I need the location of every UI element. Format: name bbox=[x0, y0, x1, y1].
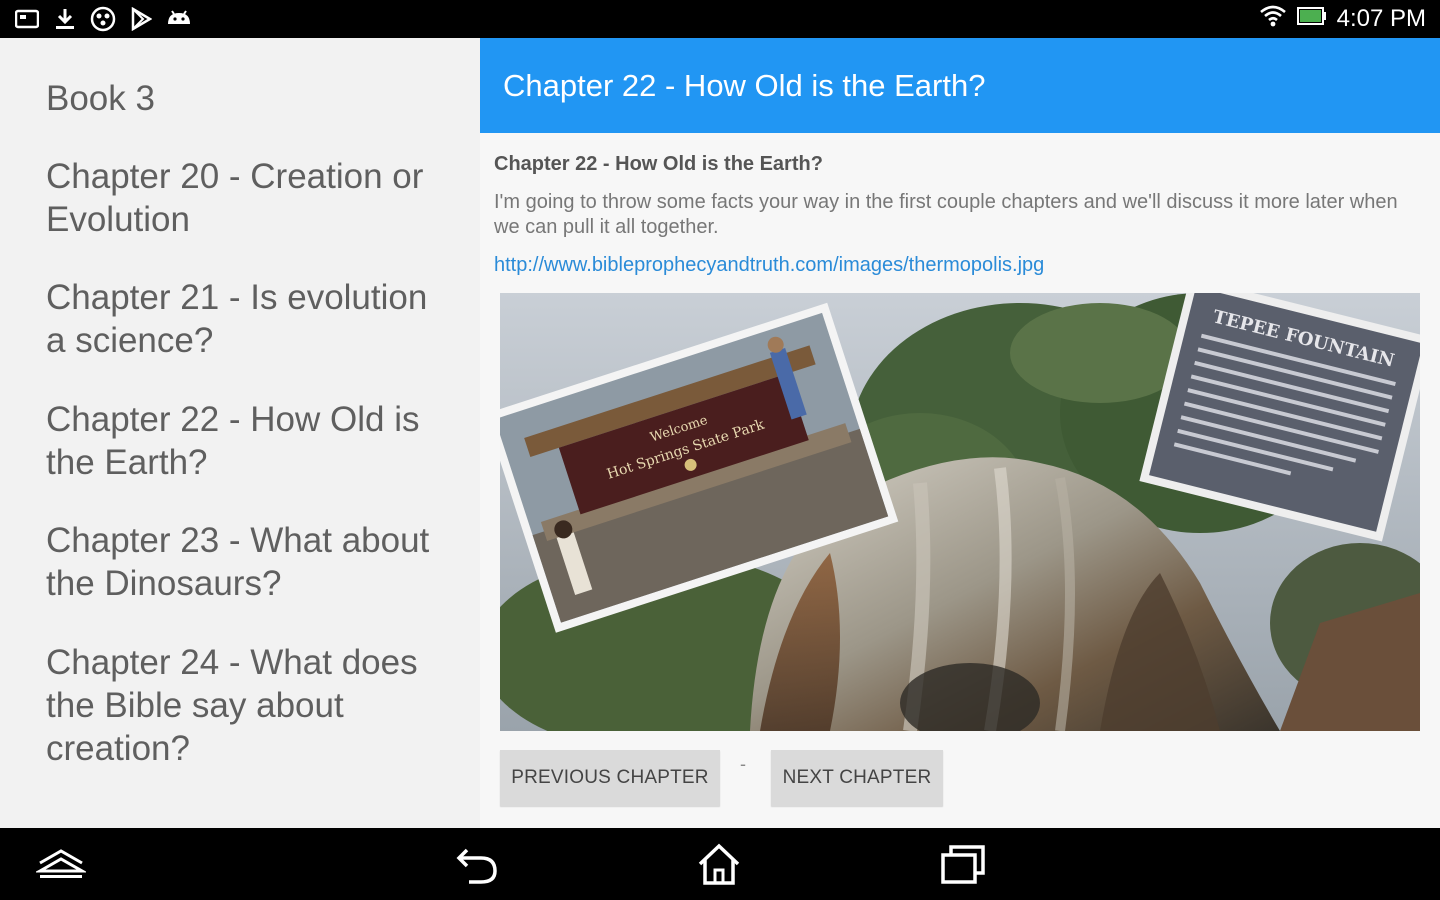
battery-icon bbox=[1296, 6, 1327, 31]
play-store-icon bbox=[128, 6, 154, 32]
status-time: 4:07 PM bbox=[1336, 4, 1426, 32]
overview-icon[interactable] bbox=[36, 840, 86, 888]
sidebar-item-chapter-22[interactable]: Chapter 22 - How Old is the Earth? bbox=[46, 398, 456, 484]
download-icon bbox=[52, 6, 78, 32]
chapter-content: Chapter 22 - How Old is the Earth? Chapt… bbox=[480, 38, 1440, 828]
sidebar-item-chapter-24[interactable]: Chapter 24 - What does the Bible say abo… bbox=[46, 641, 456, 770]
chapter-list-sidebar: Book 3 Chapter 20 - Creation or Evolutio… bbox=[0, 38, 480, 828]
chapter-image: Welcome Hot Springs State Park TEPEE FOU… bbox=[500, 293, 1420, 731]
chapter-heading: Chapter 22 - How Old is the Earth? bbox=[494, 153, 823, 175]
back-icon[interactable] bbox=[452, 840, 502, 888]
content-header-title: Chapter 22 - How Old is the Earth? bbox=[503, 68, 986, 103]
app-window: Book 3 Chapter 20 - Creation or Evolutio… bbox=[0, 38, 1440, 828]
chapter-image-link[interactable]: http://www.bibleprophecyandtruth.com/ima… bbox=[494, 254, 1044, 277]
sidebar-item-chapter-21[interactable]: Chapter 21 - Is evolution a science? bbox=[46, 276, 456, 362]
android-icon bbox=[166, 6, 192, 32]
previous-chapter-button[interactable]: PREVIOUS CHAPTER bbox=[500, 750, 720, 806]
game-controller-icon bbox=[90, 6, 116, 32]
chapter-body-text: I'm going to throw some facts your way i… bbox=[494, 191, 1398, 238]
recent-apps-icon[interactable] bbox=[938, 840, 988, 888]
gallery-icon bbox=[14, 6, 40, 32]
sidebar-item-chapter-23[interactable]: Chapter 23 - What about the Dinosaurs? bbox=[46, 519, 456, 605]
next-chapter-button[interactable]: NEXT CHAPTER bbox=[771, 750, 943, 806]
sidebar-item-chapter-20[interactable]: Chapter 20 - Creation or Evolution bbox=[46, 155, 456, 241]
content-header: Chapter 22 - How Old is the Earth? bbox=[480, 38, 1440, 133]
thermopolis-collage: Welcome Hot Springs State Park TEPEE FOU… bbox=[500, 293, 1420, 731]
system-navigation-bar bbox=[0, 828, 1440, 900]
home-icon[interactable] bbox=[694, 840, 744, 888]
system-status: 4:07 PM bbox=[1259, 4, 1426, 33]
notification-icons bbox=[14, 6, 192, 32]
status-bar: 4:07 PM bbox=[0, 0, 1440, 38]
sidebar-item-book-3[interactable]: Book 3 bbox=[46, 77, 456, 120]
button-separator: - bbox=[740, 754, 746, 774]
wifi-icon bbox=[1259, 4, 1287, 33]
